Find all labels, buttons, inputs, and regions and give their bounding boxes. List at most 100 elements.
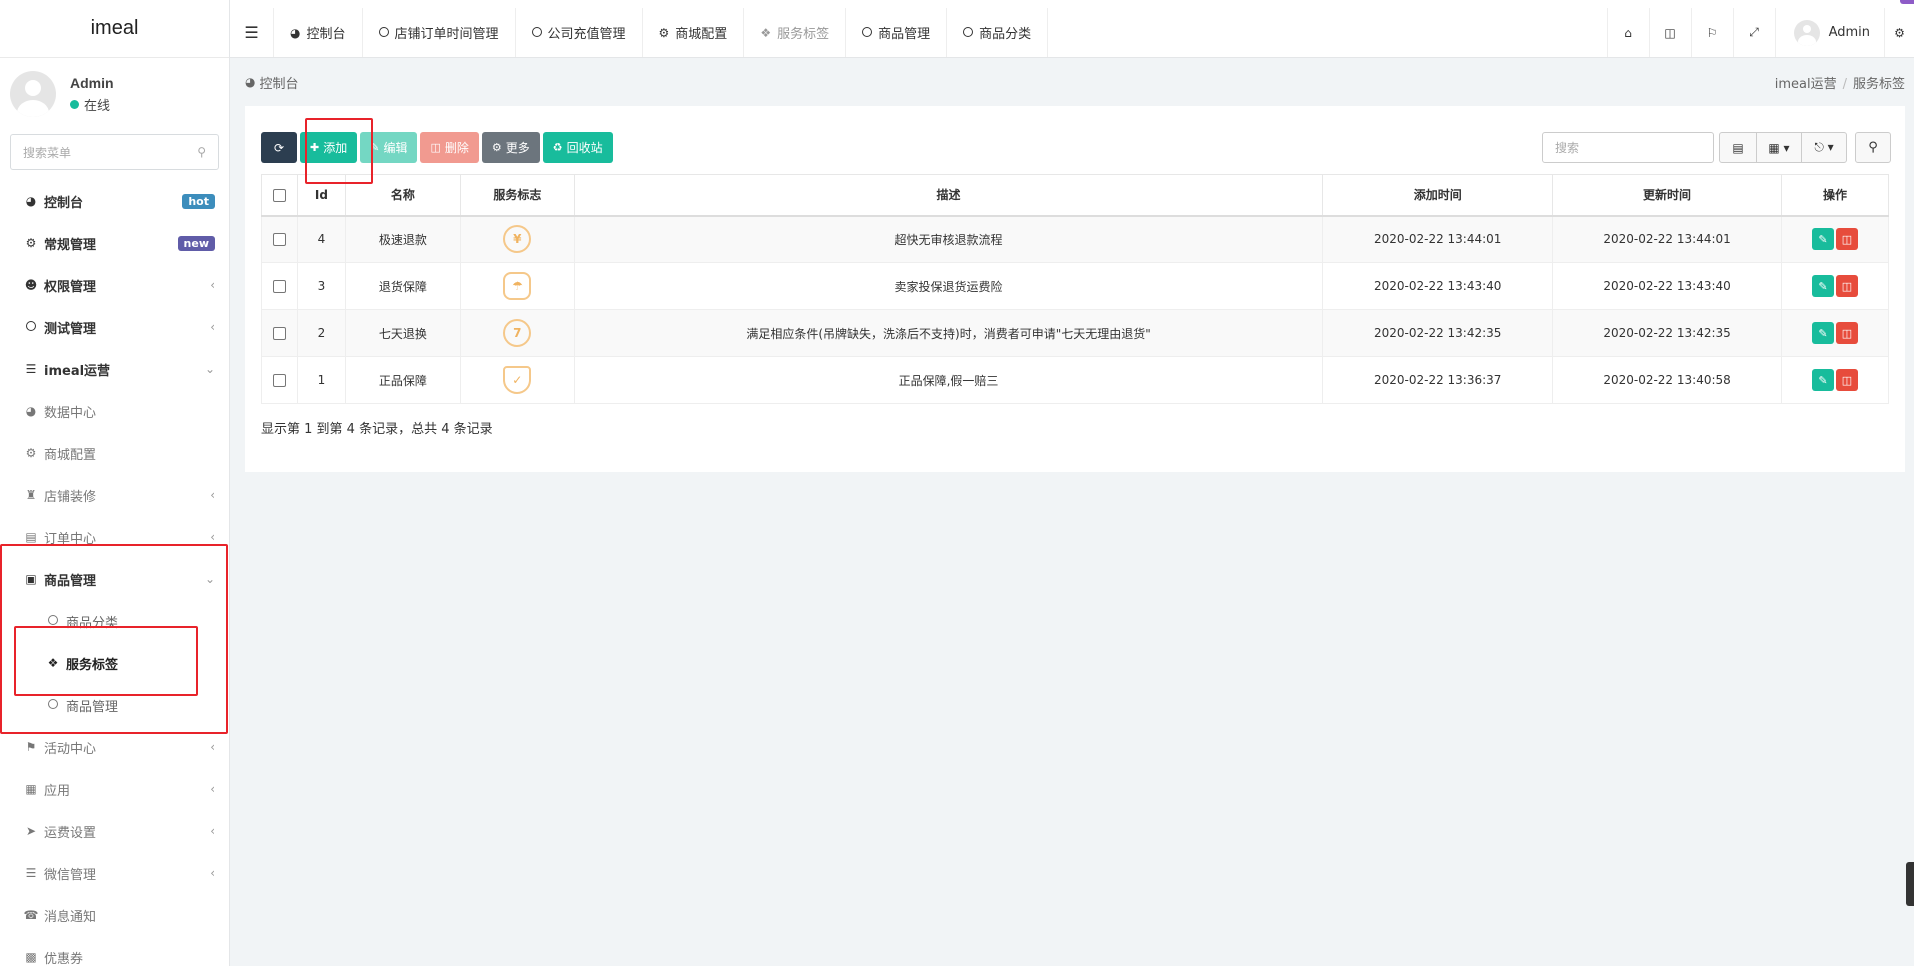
column-header-desc[interactable]: 描述 — [573, 174, 1324, 217]
cell-desc: 满足相应条件(吊牌缺失，洗涤后不支持)时，消费者可申请"七天无理由退货" — [573, 309, 1324, 357]
advanced-search-icon[interactable]: ⚲ — [1855, 132, 1891, 163]
sidebar-item-service-tags[interactable]: ❖ 服务标签 — [0, 642, 229, 684]
column-header-created[interactable]: 添加时间 — [1322, 174, 1554, 217]
side-widget-handle[interactable] — [1906, 862, 1914, 906]
tab-label: 商品管理 — [878, 27, 931, 42]
sidebar-item-goods-manage[interactable]: 商品管理 — [0, 684, 229, 726]
recycle-bin-button[interactable]: ♻ 回收站 — [542, 132, 613, 163]
chevron-down-icon: ⌄ — [204, 572, 215, 586]
sidebar-item-goods[interactable]: ▣ 商品管理 ⌄ — [0, 558, 229, 600]
tab-mall-config[interactable]: ⚙ 商城配置 — [643, 8, 745, 57]
edit-button[interactable]: ✎ 编辑 — [360, 132, 418, 163]
sidebar-item-coupon[interactable]: ▩ 优惠券 — [0, 936, 229, 966]
sidebar-item-notify[interactable]: ☎ 消息通知 — [0, 894, 229, 936]
sidebar-item-general[interactable]: ⚙ 常规管理 new — [0, 222, 229, 264]
cogs-icon: ⚙ — [658, 25, 670, 40]
sidebar-item-imeal-ops[interactable]: ☰ imeal运营 ⌄ — [0, 348, 229, 390]
castle-icon: ♜ — [25, 488, 37, 502]
row-delete-button[interactable]: ◫ — [1835, 369, 1858, 391]
row-checkbox[interactable] — [272, 233, 286, 247]
tab-dashboard[interactable]: ◕ 控制台 — [274, 8, 363, 57]
sidebar-item-activity[interactable]: ⚑ 活动中心 ‹ — [0, 726, 229, 768]
row-checkbox[interactable] — [272, 280, 286, 293]
tab-label: 控制台 — [306, 27, 346, 42]
tags-icon: ❖ — [47, 656, 59, 670]
row-edit-button[interactable]: ✎ — [1811, 369, 1834, 391]
column-header-id[interactable]: Id — [296, 174, 346, 217]
delete-button[interactable]: ◫ 删除 — [420, 132, 479, 163]
breadcrumb-left[interactable]: 控制台 — [259, 73, 298, 92]
row-delete-button[interactable]: ◫ — [1835, 228, 1858, 251]
row-edit-button[interactable]: ✎ — [1811, 322, 1834, 344]
avatar — [10, 71, 56, 117]
row-edit-button[interactable]: ✎ — [1811, 275, 1834, 297]
chevron-left-icon: ‹ — [210, 824, 215, 838]
table-row[interactable]: 1 正品保障 ✓ 正品保障,假一赔三 2020-02-22 13:36:37 2… — [261, 356, 1890, 404]
sidebar-item-goods-category[interactable]: 商品分类 — [0, 600, 229, 642]
sidebar-item-auth[interactable]: ☻ 权限管理 ‹ — [0, 264, 229, 306]
column-header-icon[interactable]: 服务标志 — [459, 174, 575, 217]
menu-toggle-icon[interactable]: ☰ — [230, 8, 274, 57]
trash-icon[interactable]: ◫ — [1648, 8, 1691, 57]
flag-icon: ⚑ — [25, 740, 37, 754]
column-header-name[interactable]: 名称 — [344, 174, 461, 217]
nav-user-menu[interactable]: Admin — [1774, 8, 1884, 57]
avatar — [1793, 19, 1820, 46]
row-edit-button[interactable]: ✎ — [1811, 228, 1834, 251]
row-checkbox[interactable] — [272, 327, 286, 340]
circle-icon — [862, 26, 873, 40]
breadcrumb-item[interactable]: imeal运营 — [1775, 77, 1837, 92]
tab-service-tags[interactable]: ❖ 服务标签 — [744, 8, 847, 57]
tab-company-recharge[interactable]: 公司充值管理 — [516, 8, 643, 57]
fullscreen-icon[interactable]: ⤢ — [1732, 8, 1775, 57]
language-icon[interactable]: ⚐ — [1690, 8, 1733, 57]
cell-updated: 2020-02-22 13:40:58 — [1552, 356, 1782, 404]
sidebar-item-label: 应用 — [44, 783, 71, 799]
dashboard-icon: ◕ — [25, 194, 37, 208]
add-button[interactable]: ✚ 添加 — [300, 132, 358, 163]
sidebar-item-mall-config[interactable]: ⚙ 商城配置 — [0, 432, 229, 474]
sidebar-item-label: 活动中心 — [44, 741, 97, 757]
select-all-checkbox[interactable] — [272, 188, 286, 202]
cell-updated: 2020-02-22 13:42:35 — [1552, 309, 1782, 357]
settings-cogs-icon[interactable]: ⚙ — [1884, 8, 1914, 57]
circle-icon — [44, 698, 62, 712]
sidebar-search-input[interactable]: 搜索菜单 ⚲ — [10, 134, 219, 170]
sidebar-item-test[interactable]: 测试管理 ‹ — [0, 306, 229, 348]
columns-grid-icon[interactable]: ▦ ▾ — [1756, 132, 1802, 163]
chevron-down-icon: ⌄ — [204, 362, 215, 376]
table-row[interactable]: 3 退货保障 ☂ 卖家投保退货运费险 2020-02-22 13:43:40 2… — [261, 262, 1890, 310]
circle-icon — [22, 320, 40, 334]
sidebar-item-order-center[interactable]: ▤ 订单中心 ‹ — [0, 516, 229, 558]
sidebar-item-shipping[interactable]: ➤ 运费设置 ‹ — [0, 810, 229, 852]
refresh-icon: ⟳ — [273, 140, 285, 155]
shield-check-icon: ✓ — [503, 366, 532, 394]
tags-icon: ❖ — [760, 25, 772, 40]
home-icon[interactable]: ⌂ — [1606, 8, 1649, 57]
export-icon[interactable]: ⎋ ▾ — [1801, 132, 1847, 163]
sidebar-item-apps[interactable]: ▦ 应用 ‹ — [0, 768, 229, 810]
row-delete-button[interactable]: ◫ — [1835, 275, 1858, 297]
sidebar-item-data-center[interactable]: ◕ 数据中心 — [0, 390, 229, 432]
tab-goods-manage[interactable]: 商品管理 — [846, 8, 948, 57]
refresh-button[interactable]: ⟳ — [261, 132, 297, 163]
table-row[interactable]: 4 极速退款 ¥ 超快无审核退款流程 2020-02-22 13:44:01 2… — [261, 215, 1890, 263]
table-search-placeholder: 搜索 — [1555, 141, 1580, 155]
edit-label: 编辑 — [383, 141, 408, 155]
sidebar-item-label: 运费设置 — [44, 825, 97, 841]
toggle-view-icon[interactable]: ▤ — [1719, 132, 1757, 163]
tab-goods-category[interactable]: 商品分类 — [947, 8, 1049, 57]
table-row[interactable]: 2 七天退换 7 满足相应条件(吊牌缺失，洗涤后不支持)时，消费者可申请"七天无… — [261, 309, 1890, 357]
more-button[interactable]: ⚙ 更多 — [481, 132, 540, 163]
sidebar-search-placeholder: 搜索菜单 — [23, 145, 72, 160]
column-header-updated[interactable]: 更新时间 — [1552, 174, 1782, 217]
table-search-input[interactable]: 搜索 — [1542, 132, 1714, 163]
row-delete-button[interactable]: ◫ — [1835, 322, 1858, 344]
sidebar-item-dashboard[interactable]: ◕ 控制台 hot — [0, 180, 229, 222]
tab-label: 公司充值管理 — [547, 27, 626, 42]
app-logo[interactable]: imeal — [0, 0, 229, 58]
tab-shop-order-time[interactable]: 店铺订单时间管理 — [363, 8, 516, 57]
sidebar-item-shop-decor[interactable]: ♜ 店铺装修 ‹ — [0, 474, 229, 516]
sidebar-item-wechat[interactable]: ☰ 微信管理 ‹ — [0, 852, 229, 894]
row-checkbox[interactable] — [272, 374, 286, 387]
